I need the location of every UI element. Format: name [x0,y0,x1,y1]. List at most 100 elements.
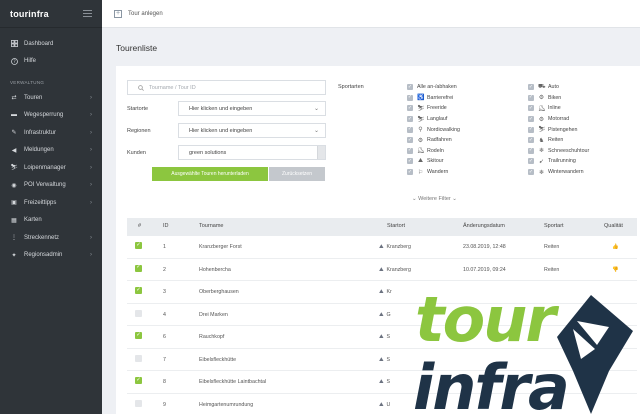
sport-checkbox[interactable]: ✓ [407,105,413,112]
reset-button[interactable]: Zurücksetzen [269,167,325,181]
cell-tourname[interactable]: Drei Marken [199,312,228,318]
sport-checkbox[interactable]: ✓ [528,169,534,176]
table-row[interactable]: ✓ 1 Kranzberger Forst ⛰ Kranzberg 23.08.2019,… [127,236,637,259]
sidebar-item-freizeittipps[interactable]: ▣ Freizeittipps › [0,194,102,212]
col-header-tourname[interactable]: Tourname [199,223,223,229]
sport-checkbox[interactable]: ✓ [407,169,413,176]
row-checkbox[interactable] [135,399,142,407]
cell-tourname[interactable]: Rauchkopf [199,334,224,340]
col-header-quality[interactable]: Qualität [604,223,623,229]
kunden-select[interactable]: green solutions [178,145,326,160]
cell-tourname[interactable]: Eibelsfleckhütte Laintbachtal [199,379,266,385]
sport-checkbox[interactable]: ✓ [407,94,413,101]
sport-checkbox[interactable]: ✓ [528,94,534,101]
cell-tourname[interactable]: Eibelsfleckhütte [199,357,236,363]
kunden-label: Kunden [127,150,146,156]
sport-label: Biken [548,94,562,101]
row-checkbox[interactable]: ✓ [135,264,142,272]
sport-checkbox[interactable]: ✓ [528,84,534,91]
menu-toggle-icon[interactable] [83,10,92,17]
sport-checkbox[interactable]: ✓ [407,84,413,91]
startorte-select[interactable]: Hier klicken und eingeben ⌄ [178,101,326,116]
location-icon: ⛰ [379,356,384,363]
cell-tourname[interactable]: Oberberghausen [199,289,239,295]
sport-checkbox[interactable]: ✓ [528,158,534,165]
sport-checkbox[interactable]: ✓ [528,116,534,123]
thumbs-down-icon[interactable]: 👎 [612,267,619,273]
sport-checkbox[interactable]: ✓ [407,158,413,165]
skitour-icon: ⛰ [417,157,424,164]
sidebar-item-wegesperrung[interactable]: ▬ Wegesperrung › [0,107,102,125]
row-checkbox[interactable]: ✓ [135,332,142,339]
sidebar-item-loipenmanager[interactable]: ⛷ Loipenmanager › [0,159,102,177]
location-icon: ⛰ [379,311,384,318]
row-checkbox[interactable] [135,354,142,362]
more-filters-toggle[interactable]: ⌄ Weitere Filter ⌄ [412,196,457,202]
sport-option[interactable]: ✓ ➹ Trailrunning [528,156,576,167]
download-selected-button[interactable]: Ausgewählte Touren herunterladen [152,167,268,181]
col-header-id[interactable]: ID [163,223,169,229]
row-checkbox[interactable] [135,309,142,317]
sport-checkbox[interactable]: ✓ [407,137,413,144]
sport-label: Wandern [427,169,449,176]
sport-checkbox[interactable]: ✓ [407,116,413,123]
cell-startort: ⛰ S [379,334,390,341]
kunden-scrollbar[interactable] [317,146,325,159]
sidebar-item-hilfe[interactable]: ? Hilfe [0,53,102,71]
col-header-startort[interactable]: Startort [387,223,405,229]
sidebar-item-poi-verwaltung[interactable]: ◉ POI Verwaltung › [0,177,102,195]
sport-checkbox[interactable]: ✓ [407,147,413,154]
row-checkbox[interactable]: ✓ [135,287,142,294]
sport-option[interactable]: ✓ ⛷ Pistengehen [528,124,577,135]
add-icon[interactable]: + [114,9,122,18]
regionen-select[interactable]: Hier klicken und eingeben ⌄ [178,123,326,138]
cell-tourname[interactable]: Heimgartenumrundung [199,402,253,408]
sidebar-item-label: Loipenmanager [24,164,66,171]
sport-checkbox[interactable]: ✓ [407,126,413,133]
sport-option[interactable]: ✓ ⛷ Langlauf [407,114,447,125]
brand-logo-text[interactable]: tourinfra [10,9,49,19]
sport-option[interactable]: ✓ ⛟ Auto [528,82,559,93]
sport-option[interactable]: ✓ ⛸ Rodeln [407,146,444,157]
sport-option[interactable]: ✓ ⚙ Motorrad [528,114,569,125]
sport-checkbox[interactable]: ✓ [528,105,534,112]
sport-option[interactable]: ✓ ⚐ Wandern [407,167,448,178]
sidebar-item-streckennetz[interactable]: ⋮ Streckennetz › [0,229,102,247]
cell-tourname[interactable]: Kranzberger Forst [199,244,242,250]
cell-startort: ⛰ G [379,312,391,319]
chevron-right-icon: › [90,147,92,154]
sport-checkbox[interactable]: ✓ [528,137,534,144]
sidebar-item-dashboard[interactable]: Dashboard [0,35,102,53]
sport-option[interactable]: ✓ ⛷ Freeride [407,103,447,114]
sidebar-item-infrastruktur[interactable]: ✎ Infrastruktur › [0,124,102,142]
startort-text: Kranzberg [386,244,411,250]
thumbs-up-icon[interactable]: 👍 [612,244,619,250]
cell-tourname[interactable]: Hohenbercha [199,267,231,273]
sled-icon: ⛸ [417,148,425,155]
row-checkbox[interactable]: ✓ [135,377,142,384]
row-checkbox[interactable]: ✓ [135,242,142,249]
sport-option[interactable]: ✓ ♿ Barrierefrei [407,93,453,104]
top-bar: + Tour anlegen [102,0,640,28]
sport-option[interactable]: ✓ ❄ Winterwandern [528,167,584,178]
sidebar-item-meldungen[interactable]: ◀ Meldungen › [0,142,102,160]
sport-option[interactable]: ✓ Alle an-/abhaken [407,82,457,93]
skier-icon: ⛷ [10,165,18,172]
sidebar-item-touren[interactable]: ⇄ Touren › [0,89,102,107]
sport-option[interactable]: ✓ ❄ Schneeschuhtour [528,146,589,157]
col-header-date[interactable]: Änderungsdatum [463,223,505,229]
sport-option[interactable]: ✓ ⚙ Biken [528,93,561,104]
new-tour-link[interactable]: Tour anlegen [128,11,163,17]
sport-option[interactable]: ✓ ⛸ Inline [528,103,561,114]
col-header-sportart[interactable]: Sportart [544,223,564,229]
sidebar-item-regionsadmin[interactable]: ✦ Regionsadmin › [0,247,102,265]
sidebar: tourinfra Dashboard ? Hilfe VERWALTUNG ⇄… [0,0,102,414]
sport-option[interactable]: ✓ ⚙ Radfahren [407,135,452,146]
sport-checkbox[interactable]: ✓ [528,147,534,154]
sport-checkbox[interactable]: ✓ [528,126,534,133]
sport-option[interactable]: ✓ ⛰ Skitour [407,156,444,167]
sport-option[interactable]: ✓ ⚲ Nordicwalking [407,124,460,135]
sidebar-item-karten[interactable]: ▦ Karten [0,212,102,230]
sport-option[interactable]: ✓ ♞ Reiten [528,135,563,146]
search-input[interactable]: Tourname / Tour ID [127,80,326,95]
